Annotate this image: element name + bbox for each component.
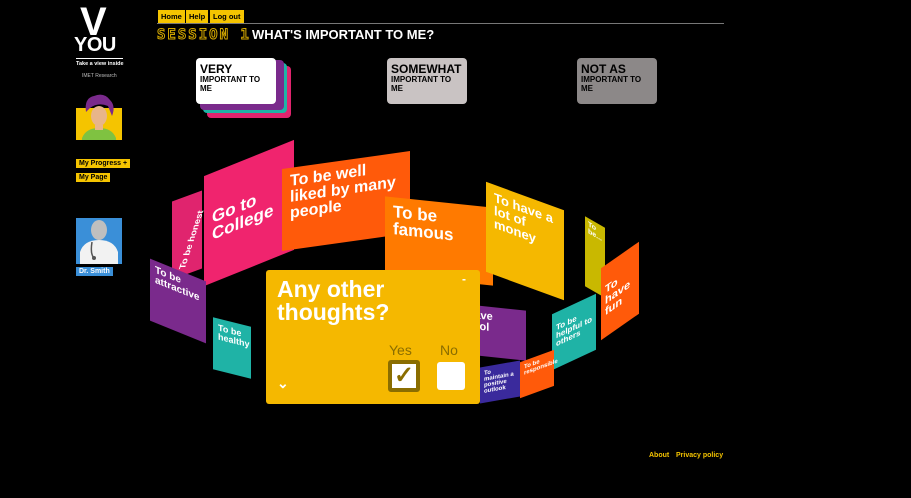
card-responsible-label: To be responsible xyxy=(524,358,558,377)
no-checkbox[interactable] xyxy=(437,362,465,390)
not-as-small: IMPORTANT TO ME xyxy=(581,75,642,93)
minimize-button[interactable]: - xyxy=(462,272,466,286)
page-title: WHAT'S IMPORTANT TO ME? xyxy=(252,27,435,42)
card-fun[interactable]: To have fun xyxy=(601,241,639,341)
card-small-right-label: To be... xyxy=(588,220,603,244)
card-helpful-label: To be helpful to others xyxy=(556,313,592,349)
card-healthy[interactable]: To be healthy xyxy=(213,317,251,379)
card-positive-label: To maintain a positive outlook xyxy=(484,369,514,395)
not-as-big: NOT AS xyxy=(581,62,626,76)
somewhat-important-target[interactable]: SOMEWHAT IMPORTANT TO ME xyxy=(387,58,467,104)
card-helpful[interactable]: To be helpful to others xyxy=(552,293,596,371)
doctor-name-button[interactable]: Dr. Smith xyxy=(76,267,113,276)
somewhat-big: SOMEWHAT xyxy=(391,62,462,76)
card-money-label: To have a lot of money xyxy=(494,189,554,246)
header-divider xyxy=(157,23,724,24)
card-attractive-label: To be attractive xyxy=(155,264,200,304)
card-famous-label: To be famous xyxy=(393,202,454,245)
no-label: No xyxy=(440,342,458,358)
thoughts-dialog: Any other thoughts? - Yes No ✓ ⌄ xyxy=(266,270,480,404)
card-fun-label: To have fun xyxy=(605,275,631,319)
dialog-question: Any other thoughts? xyxy=(277,276,390,325)
about-link[interactable]: About xyxy=(649,452,669,459)
yes-label: Yes xyxy=(389,342,412,358)
card-healthy-label: To be healthy xyxy=(218,322,250,350)
logo-org: IMET Research xyxy=(82,73,117,79)
logout-button[interactable]: Log out xyxy=(209,9,245,24)
chevron-down-icon[interactable]: ⌄ xyxy=(277,375,289,392)
card-money[interactable]: To have a lot of money xyxy=(486,181,564,301)
very-small: IMPORTANT TO ME xyxy=(200,75,261,93)
very-big: VERY xyxy=(200,62,233,76)
home-button[interactable]: Home xyxy=(157,9,186,24)
check-icon: ✓ xyxy=(393,362,415,389)
my-progress-label: My Progress xyxy=(79,160,122,167)
doctor-avatar[interactable] xyxy=(76,218,122,264)
card-college-label: Go to College xyxy=(212,190,274,244)
logo-divider xyxy=(76,58,123,59)
somewhat-small: IMPORTANT TO ME xyxy=(391,75,452,93)
doctor-avatar-icon xyxy=(76,218,122,264)
very-important-target[interactable]: VERY IMPORTANT TO ME xyxy=(196,58,276,104)
logo-tagline: Take a view inside xyxy=(76,61,124,67)
card-positive[interactable]: To maintain a positive outlook xyxy=(480,360,520,404)
yes-checkbox[interactable]: ✓ xyxy=(388,360,420,392)
card-honest[interactable]: To be honest xyxy=(172,190,206,280)
privacy-link[interactable]: Privacy policy xyxy=(676,452,723,459)
my-progress-button[interactable]: My Progress + xyxy=(76,159,131,168)
card-control-label: To have control xyxy=(476,307,493,334)
student-avatar-icon xyxy=(76,94,122,140)
card-attractive[interactable]: To be attractive xyxy=(150,258,206,344)
not-as-important-target[interactable]: NOT AS IMPORTANT TO ME xyxy=(577,58,657,104)
logo-you: YOU xyxy=(74,34,116,56)
student-avatar[interactable] xyxy=(76,94,122,140)
plus-icon: + xyxy=(122,160,128,167)
card-college[interactable]: Go to College xyxy=(204,139,294,287)
my-page-button[interactable]: My Page xyxy=(76,173,111,182)
session-label: SESSION 1 xyxy=(157,27,251,44)
help-button[interactable]: Help xyxy=(185,9,210,24)
card-honest-label: To be honest xyxy=(177,210,206,270)
card-control[interactable]: To have control xyxy=(476,305,526,361)
